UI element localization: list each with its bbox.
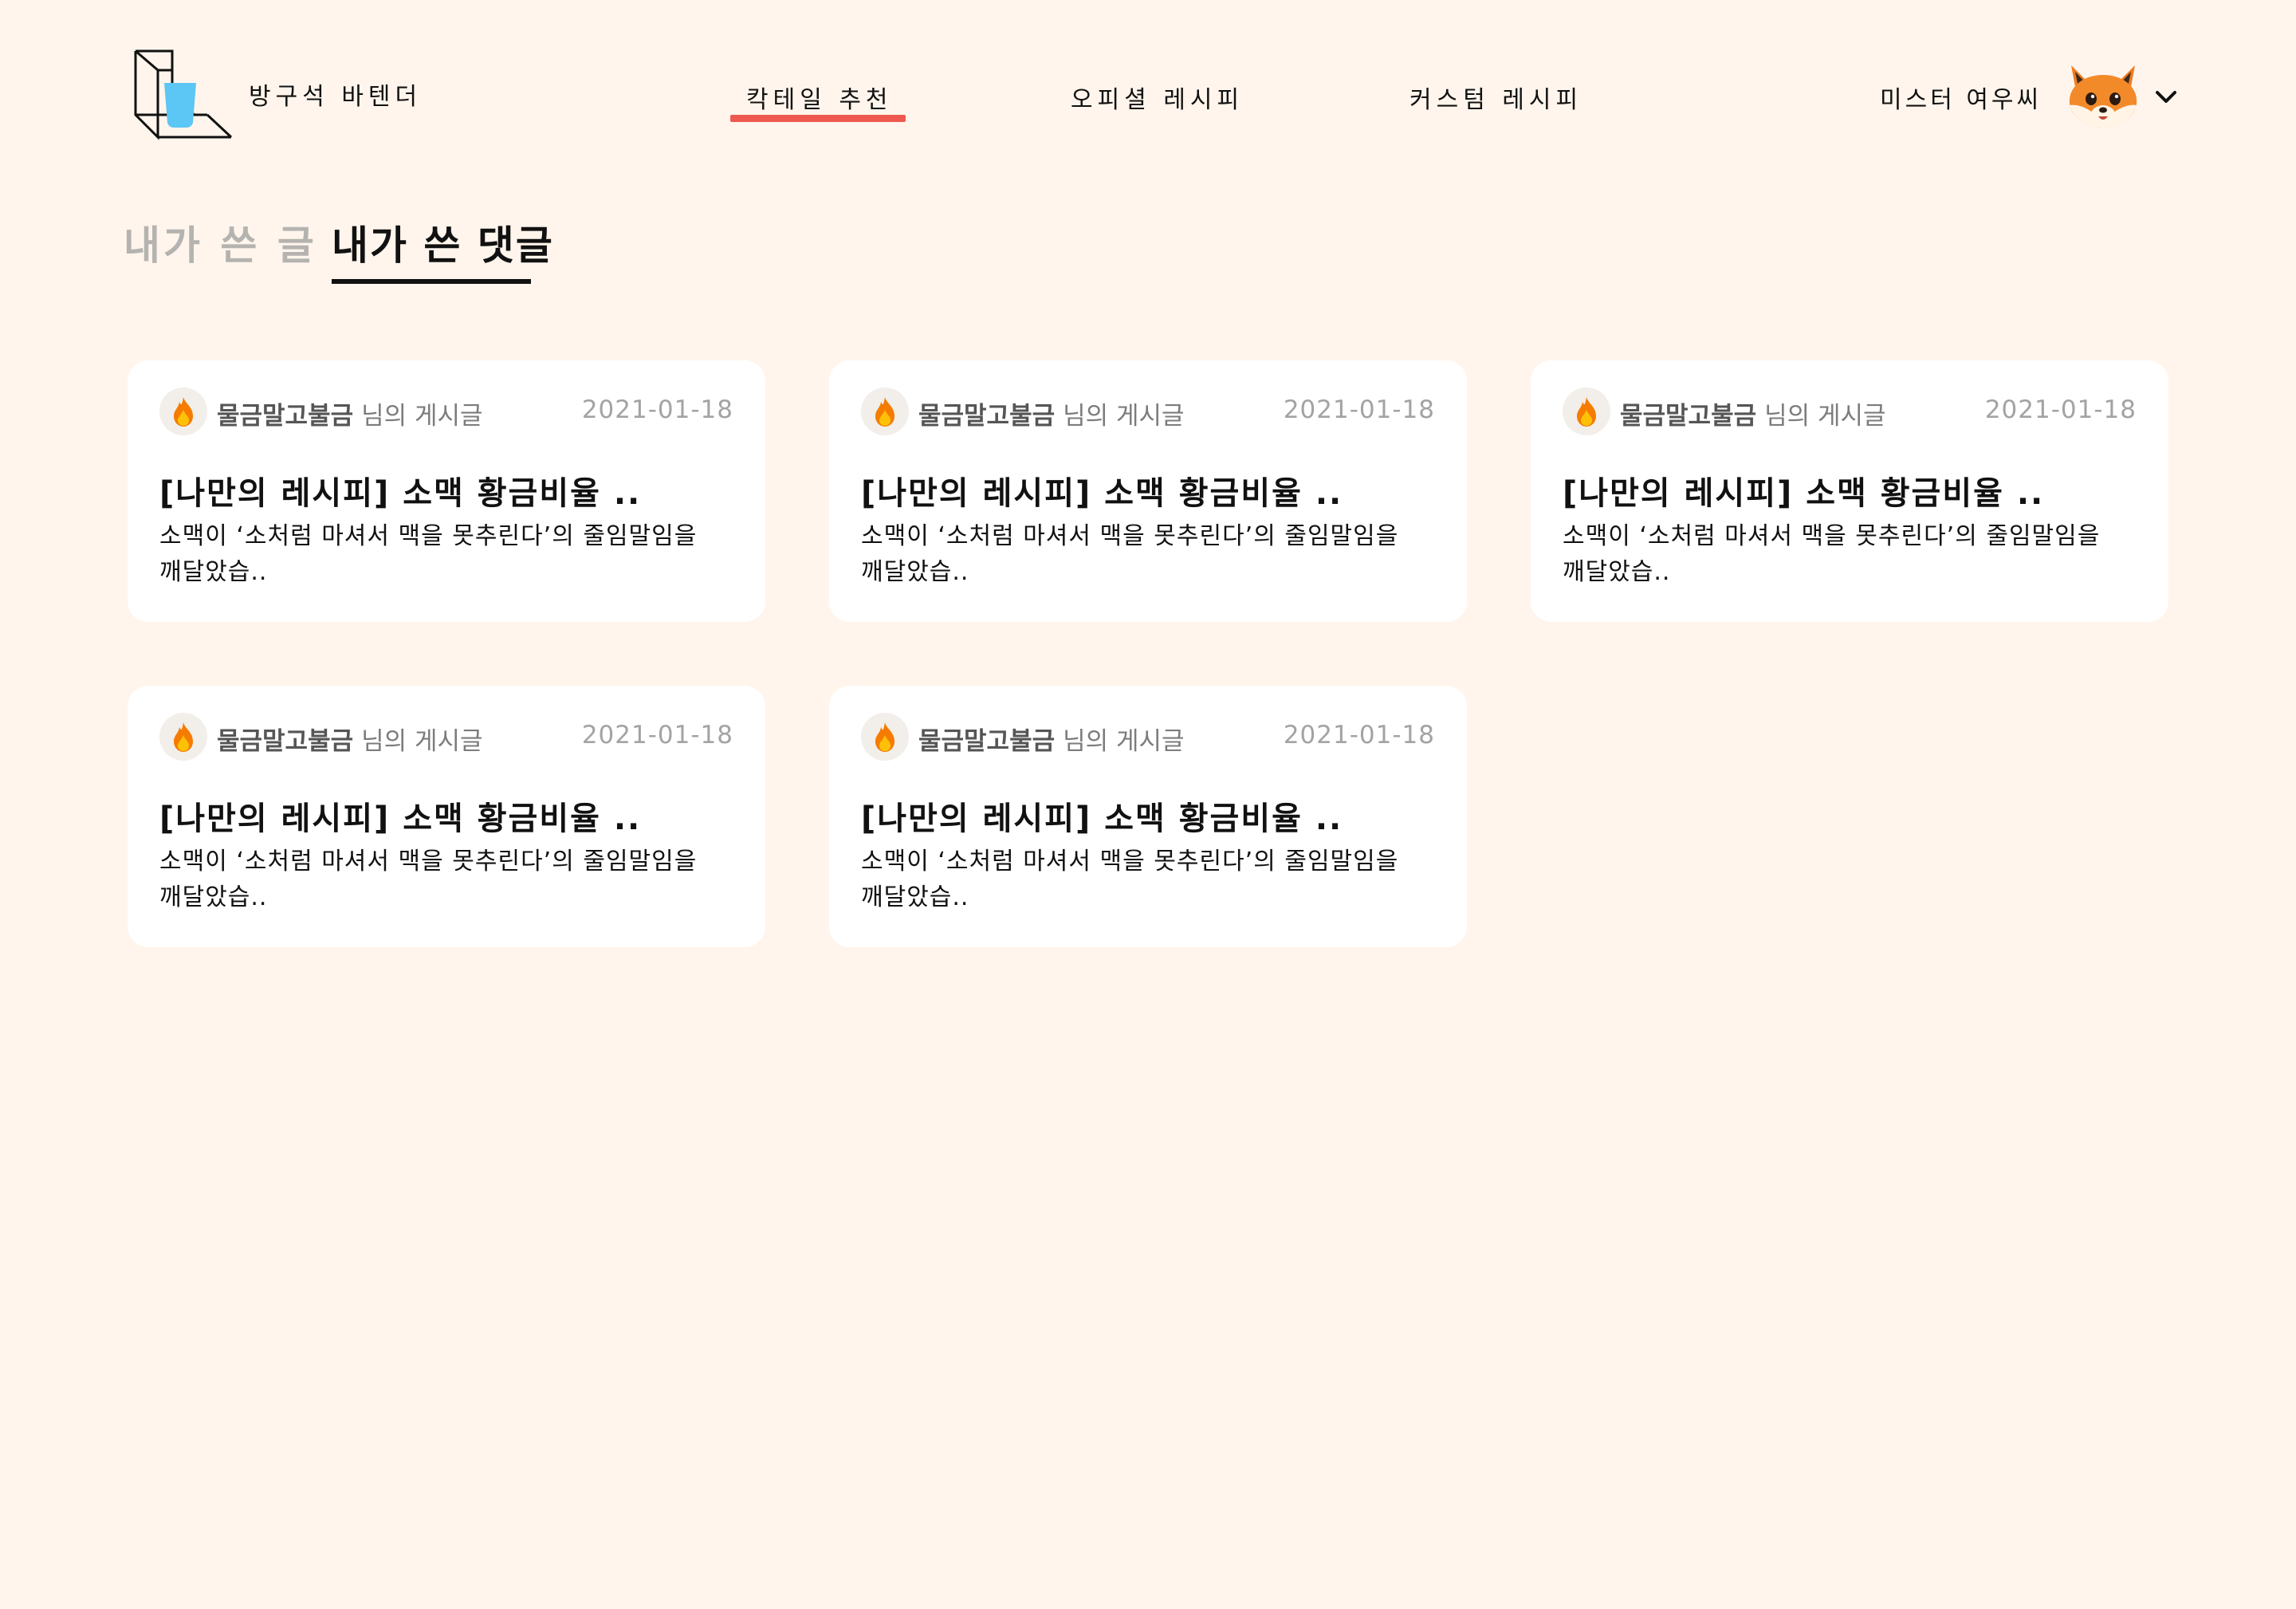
card-date: 2021-01-18	[581, 395, 733, 424]
card-body-line: 깨달았습..	[861, 883, 969, 911]
card-body-line: 소맥이 ‘소처럼 마셔서 맥을 못추린다’의 줄임말임을	[1563, 522, 2101, 550]
post-card[interactable]: 물금말고불금 님의 게시글 2021-01-18 [나만의 레시피] 소맥 황금비…	[128, 686, 765, 947]
card-author: 물금말고불금 님의 게시글	[217, 721, 483, 757]
post-card[interactable]: 물금말고불금 님의 게시글 2021-01-18 [나만의 레시피] 소맥 황금비…	[829, 360, 1467, 622]
card-date: 2021-01-18	[1984, 395, 2137, 424]
card-body-line: 깨달았습..	[159, 558, 268, 586]
author-name: 물금말고불금	[918, 402, 1056, 431]
tab-my-posts[interactable]: 내가 쓴 글	[124, 214, 317, 271]
card-author: 물금말고불금 님의 게시글	[1620, 395, 1886, 431]
author-suffix: 님의 게시글	[1063, 402, 1185, 431]
nav-custom-recipe[interactable]: 커스텀 레시피	[1409, 80, 1582, 115]
author-name: 물금말고불금	[918, 727, 1056, 756]
post-card[interactable]: 물금말고불금 님의 게시글 2021-01-18 [나만의 레시피] 소맥 황금비…	[829, 686, 1467, 947]
fox-avatar-icon[interactable]	[2063, 59, 2143, 131]
card-body-line: 소맥이 ‘소처럼 마셔서 맥을 못추린다’의 줄임말임을	[861, 848, 1399, 875]
tab-my-comments[interactable]: 내가 쓴 댓글	[332, 214, 554, 271]
fire-icon	[861, 713, 909, 761]
card-title: [나만의 레시피] 소맥 황금비율 ..	[861, 801, 1343, 837]
card-body-line: 소맥이 ‘소처럼 마셔서 맥을 못추린다’의 줄임말임을	[159, 848, 698, 875]
card-date: 2021-01-18	[1283, 721, 1435, 749]
card-author: 물금말고불금 님의 게시글	[217, 395, 483, 431]
author-suffix: 님의 게시글	[1063, 727, 1185, 756]
card-body: 소맥이 ‘소처럼 마셔서 맥을 못추린다’의 줄임말임을 깨달았습..	[861, 844, 1451, 915]
fire-icon	[159, 713, 207, 761]
card-title: [나만의 레시피] 소맥 황금비율 ..	[159, 475, 642, 512]
brand-name: 방구석 바텐더	[249, 83, 423, 111]
post-card[interactable]: 물금말고불금 님의 게시글 2021-01-18 [나만의 레시피] 소맥 황금비…	[128, 360, 765, 622]
card-body: 소맥이 ‘소처럼 마셔서 맥을 못추린다’의 줄임말임을 깨달았습..	[159, 844, 749, 915]
card-body-line: 깨달았습..	[159, 883, 268, 911]
author-name: 물금말고불금	[1620, 402, 1757, 431]
tab-active-underline	[332, 279, 531, 284]
card-body: 소맥이 ‘소처럼 마셔서 맥을 못추린다’의 줄임말임을 깨달았습..	[159, 518, 749, 590]
card-body-line: 소맥이 ‘소처럼 마셔서 맥을 못추린다’의 줄임말임을	[861, 522, 1399, 550]
author-name: 물금말고불금	[217, 402, 354, 431]
fire-icon	[1563, 387, 1610, 435]
logo-icon[interactable]	[129, 46, 233, 142]
card-title: [나만의 레시피] 소맥 황금비율 ..	[1563, 475, 2045, 512]
fire-icon	[861, 387, 909, 435]
author-suffix: 님의 게시글	[361, 402, 483, 431]
author-suffix: 님의 게시글	[361, 727, 483, 756]
card-author: 물금말고불금 님의 게시글	[918, 721, 1185, 757]
nav-active-indicator	[730, 115, 906, 122]
chevron-down-icon[interactable]	[2152, 83, 2180, 110]
card-body-line: 깨달았습..	[861, 558, 969, 586]
card-body-line: 소맥이 ‘소처럼 마셔서 맥을 못추린다’의 줄임말임을	[159, 522, 698, 550]
card-date: 2021-01-18	[581, 721, 733, 749]
author-suffix: 님의 게시글	[1764, 402, 1886, 431]
nav-official-recipe[interactable]: 오피셜 레시피	[1071, 80, 1244, 115]
card-title: [나만의 레시피] 소맥 황금비율 ..	[861, 475, 1343, 512]
user-name[interactable]: 미스터 여우씨	[1880, 80, 2042, 115]
card-title: [나만의 레시피] 소맥 황금비율 ..	[159, 801, 642, 837]
card-author: 물금말고불금 님의 게시글	[918, 395, 1185, 431]
header: 방구석 바텐더 칵테일 추천 오피셜 레시피 커스텀 레시피 미스터 여우씨	[0, 0, 2296, 191]
card-body: 소맥이 ‘소처럼 마셔서 맥을 못추린다’의 줄임말임을 깨달았습..	[1563, 518, 2152, 590]
card-body-line: 깨달았습..	[1563, 558, 1671, 586]
post-card[interactable]: 물금말고불금 님의 게시글 2021-01-18 [나만의 레시피] 소맥 황금비…	[1531, 360, 2168, 622]
author-name: 물금말고불금	[217, 727, 354, 756]
nav-cocktail-recommend[interactable]: 칵테일 추천	[746, 80, 893, 115]
fire-icon	[159, 387, 207, 435]
card-body: 소맥이 ‘소처럼 마셔서 맥을 못추린다’의 줄임말임을 깨달았습..	[861, 518, 1451, 590]
card-date: 2021-01-18	[1283, 395, 1435, 424]
